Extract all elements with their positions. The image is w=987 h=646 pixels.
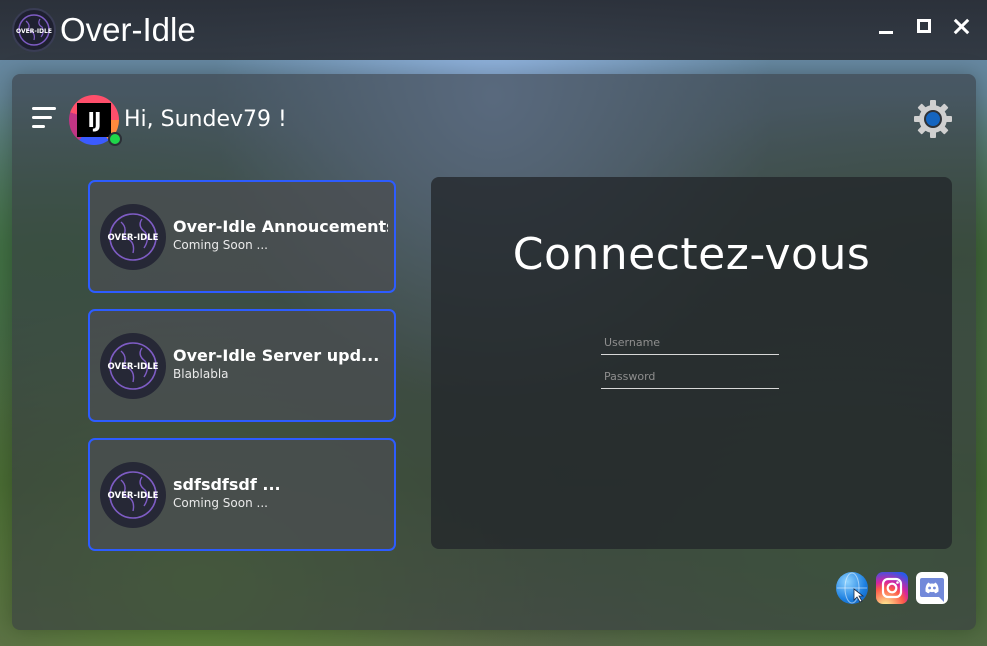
news-card[interactable]: OVER-IDLE Over-Idle Annoucements Coming … [88, 180, 396, 293]
online-status-dot [108, 132, 122, 146]
news-logo-text: OVER-IDLE [108, 362, 159, 372]
login-panel: Connectez-vous [431, 177, 952, 549]
app-logo: OVER-IDLE [12, 8, 56, 52]
instagram-icon[interactable] [876, 572, 908, 604]
news-logo: OVER-IDLE [100, 204, 166, 270]
login-title: Connectez-vous [512, 229, 871, 280]
app-logo-text: OVER-IDLE [16, 28, 52, 35]
news-card[interactable]: OVER-IDLE sdfsdfsdf ... Coming Soon ... [88, 438, 396, 551]
news-card[interactable]: OVER-IDLE Over-Idle Server upd... Blabla… [88, 309, 396, 422]
menu-icon[interactable] [32, 107, 58, 129]
globe-icon[interactable] [836, 572, 868, 604]
discord-icon[interactable] [916, 572, 948, 604]
news-title: Over-Idle Annoucements [173, 217, 388, 236]
news-subtitle: Coming Soon ... [173, 496, 268, 510]
maximize-button[interactable] [917, 19, 931, 33]
settings-gear-icon[interactable] [912, 98, 954, 140]
avatar[interactable]: IJ [69, 95, 122, 146]
avatar-initials: IJ [77, 103, 111, 137]
news-logo-text: OVER-IDLE [108, 233, 159, 243]
news-title: Over-Idle Server upd... [173, 346, 380, 365]
news-logo: OVER-IDLE [100, 462, 166, 528]
window-controls [879, 18, 969, 34]
title-bar: OVER-IDLE Over-Idle [0, 0, 987, 60]
news-logo: OVER-IDLE [100, 333, 166, 399]
globe-logo-icon: OVER-IDLE [16, 14, 52, 46]
news-title: sdfsdfsdf ... [173, 475, 281, 494]
news-logo-text: OVER-IDLE [108, 491, 159, 501]
globe-logo-icon: OVER-IDLE [108, 213, 159, 261]
globe-logo-icon: OVER-IDLE [108, 471, 159, 519]
social-links [836, 572, 948, 604]
news-subtitle: Coming Soon ... [173, 238, 268, 252]
greeting-text: Hi, Sundev79 ! [124, 107, 287, 132]
password-input[interactable] [601, 365, 779, 389]
close-button[interactable] [953, 18, 969, 34]
globe-logo-icon: OVER-IDLE [108, 342, 159, 390]
main-panel: IJ Hi, Sundev79 ! OVER-IDLE Over-Idle An… [12, 74, 976, 630]
minimize-button[interactable] [879, 18, 895, 34]
username-input[interactable] [601, 331, 779, 355]
news-subtitle: Blablabla [173, 367, 229, 381]
app-title: Over-Idle [60, 11, 196, 48]
